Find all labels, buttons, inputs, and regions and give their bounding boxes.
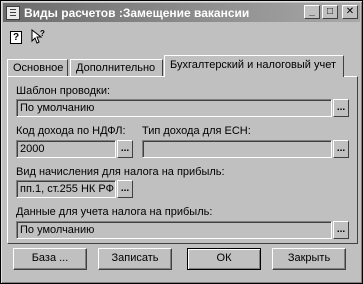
esn-type-field[interactable] — [142, 140, 332, 158]
profit-type-select-button[interactable]: ... — [117, 180, 133, 198]
tab-basic[interactable]: Основное — [7, 59, 68, 77]
close-window-button[interactable]: ✕ — [342, 5, 358, 19]
profit-type-label: Вид начисления для налога на прибыль: — [16, 166, 225, 178]
profit-data-select-button[interactable]: ... — [333, 221, 349, 239]
ndfl-code-field[interactable]: 2000 — [16, 140, 116, 158]
app-icon — [6, 5, 20, 20]
ok-button[interactable]: ОК — [187, 248, 261, 270]
template-label: Шаблон проводки: — [16, 85, 111, 97]
title-bar[interactable]: Виды расчетов :Замещение вакансии _ □ ✕ — [3, 3, 360, 22]
help-icon[interactable]: ? — [7, 28, 25, 46]
maximize-button[interactable]: □ — [322, 5, 338, 19]
profit-data-label: Данные для учета налога на прибыль: — [16, 206, 213, 218]
dialog-window: Виды расчетов :Замещение вакансии _ □ ✕ … — [0, 0, 363, 284]
tab-panel: Шаблон проводки: По умолчанию ... Код до… — [7, 76, 358, 244]
esn-select-button[interactable]: ... — [333, 140, 349, 158]
template-field[interactable]: По умолчанию — [16, 99, 332, 117]
minimize-button[interactable]: _ — [304, 5, 320, 19]
context-help-icon[interactable]: ? — [29, 28, 47, 46]
profit-data-field[interactable]: По умолчанию — [16, 221, 332, 239]
close-button[interactable]: Закрыть — [272, 248, 346, 270]
window-title: Виды расчетов :Замещение вакансии — [24, 5, 250, 20]
toolbar: ? ? — [7, 28, 47, 46]
pointer-question-icon: ? — [31, 29, 45, 44]
ndfl-select-button[interactable]: ... — [117, 140, 133, 158]
base-button[interactable]: База ... — [13, 248, 87, 270]
save-button[interactable]: Записать — [98, 248, 172, 270]
tab-additional[interactable]: Дополнительно — [70, 59, 163, 77]
profit-type-field[interactable]: пп.1, ст.255 НК РФ — [16, 180, 116, 198]
svg-text:?: ? — [40, 29, 45, 38]
tab-accounting[interactable]: Бухгалтерский и налоговый учет — [164, 55, 344, 77]
template-select-button[interactable]: ... — [333, 99, 349, 117]
esn-type-label: Тип дохода для ЕСН: — [142, 125, 251, 137]
ndfl-code-label: Код дохода по НДФЛ: — [16, 125, 126, 137]
